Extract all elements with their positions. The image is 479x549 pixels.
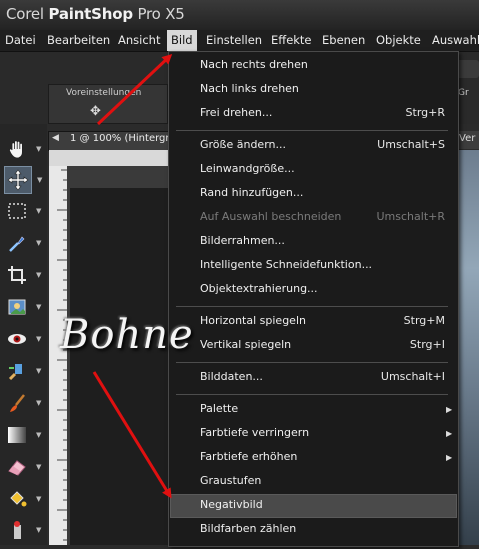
arrow-to-negativbild	[92, 371, 172, 499]
arrow-to-bild-menu	[96, 53, 173, 126]
annotation-arrows	[92, 53, 173, 499]
